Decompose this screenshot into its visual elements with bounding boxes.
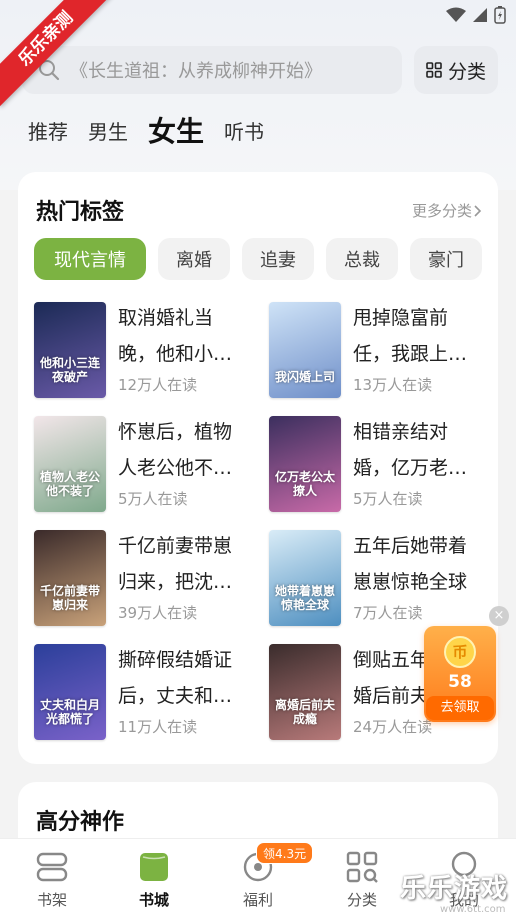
book-info: 千亿前妻带崽归来，把沈… 39万人在读 <box>118 530 250 630</box>
book-title: 相错亲结对婚，亿万老… <box>353 421 468 479</box>
category-icon <box>346 851 378 883</box>
more-categories-link[interactable]: 更多分类 <box>412 200 484 221</box>
book-title: 甩掉隐富前任，我跟上… <box>353 307 468 365</box>
book-readers: 7万人在读 <box>353 604 423 622</box>
book-readers: 13万人在读 <box>353 376 433 394</box>
nav-label: 分类 <box>346 891 377 909</box>
book-info: 相错亲结对婚，亿万老… 5万人在读 <box>353 416 485 516</box>
hot-tags-title: 热门标签 <box>36 200 125 225</box>
cover-title: 他和小三连夜破产 <box>39 356 100 384</box>
nav-bookstore[interactable]: 书城 <box>114 849 194 910</box>
book-cover: 千亿前妻带崽归来 <box>34 530 106 626</box>
nav-bookshelf[interactable]: 书架 <box>12 849 92 910</box>
bookshelf-icon <box>36 852 68 882</box>
book-info: 取消婚礼当晚，他和小… 12万人在读 <box>118 302 250 402</box>
reward-amount: 58 <box>448 672 472 692</box>
wifi-icon <box>446 7 466 22</box>
more-categories-label: 更多分类 <box>411 202 472 220</box>
book-cover: 亿万老公太撩人 <box>269 416 341 512</box>
book-readers: 39万人在读 <box>118 604 198 622</box>
book-item[interactable]: 她带着崽崽惊艳全球 五年后她带着崽崽惊艳全球 7万人在读 <box>269 530 499 630</box>
book-title: 撕碎假结婚证后，丈夫和… <box>118 649 233 707</box>
cover-title: 离婚后前夫成瘾 <box>274 698 335 726</box>
book-item[interactable]: 我闪婚上司 甩掉隐富前任，我跟上… 13万人在读 <box>269 302 499 402</box>
book-title: 千亿前妻带崽归来，把沈… <box>118 535 233 593</box>
book-title: 怀崽后，植物人老公他不… <box>118 421 233 479</box>
book-readers: 5万人在读 <box>118 490 188 508</box>
cover-title: 植物人老公他不装了 <box>39 470 100 498</box>
nav-label: 书城 <box>138 891 169 909</box>
signal-icon <box>473 8 487 22</box>
tab-audiobook[interactable]: 听书 <box>224 112 264 152</box>
book-item[interactable]: 丈夫和白月光都慌了 撕碎假结婚证后，丈夫和… 11万人在读 <box>34 644 264 744</box>
book-info: 甩掉隐富前任，我跟上… 13万人在读 <box>353 302 485 402</box>
book-info: 撕碎假结婚证后，丈夫和… 11万人在读 <box>118 644 250 744</box>
book-cover: 丈夫和白月光都慌了 <box>34 644 106 740</box>
reward-close-button[interactable]: × <box>489 606 509 626</box>
tab-recommend[interactable]: 推荐 <box>28 112 68 152</box>
book-title: 五年后她带着崽崽惊艳全球 <box>353 535 468 593</box>
nav-label: 书架 <box>36 891 67 909</box>
book-readers: 5万人在读 <box>353 490 423 508</box>
watermark: 乐乐游戏 <box>400 874 509 904</box>
search-placeholder: 《长生道祖：从养成柳神开始》 <box>70 61 322 82</box>
cover-title: 亿万老公太撩人 <box>274 470 335 498</box>
search-bar[interactable]: 《长生道祖：从养成柳神开始》 <box>22 46 402 94</box>
book-title: 取消婚礼当晚，他和小… <box>118 307 233 365</box>
cover-title: 丈夫和白月光都慌了 <box>39 698 100 726</box>
tab-male[interactable]: 男生 <box>88 112 128 152</box>
book-cover: 离婚后前夫成瘾 <box>269 644 341 740</box>
category-button[interactable]: 分类 <box>414 46 498 94</box>
bookstore-icon <box>140 853 168 881</box>
book-info: 五年后她带着崽崽惊艳全球 7万人在读 <box>353 530 485 630</box>
cover-title: 我闪婚上司 <box>274 370 335 384</box>
book-info: 怀崽后，植物人老公他不… 5万人在读 <box>118 416 250 516</box>
nav-category[interactable]: 分类 <box>322 849 402 910</box>
book-item[interactable]: 他和小三连夜破产 取消婚礼当晚，他和小… 12万人在读 <box>34 302 264 402</box>
channel-tabs: 推荐 男生 女生 听书 <box>28 112 284 152</box>
watermark-url: www.6tt.com <box>440 904 506 915</box>
welfare-badge: 领4.3元 <box>256 842 314 864</box>
book-readers: 11万人在读 <box>118 718 198 736</box>
tab-female[interactable]: 女生 <box>148 112 204 152</box>
cover-title: 她带着崽崽惊艳全球 <box>274 584 335 612</box>
tag-chip[interactable]: 总裁 <box>326 238 398 280</box>
book-item[interactable]: 植物人老公他不装了 怀崽后，植物人老公他不… 5万人在读 <box>34 416 264 516</box>
tag-chip[interactable]: 追妻 <box>242 238 314 280</box>
book-readers: 12万人在读 <box>118 376 198 394</box>
book-item[interactable]: 千亿前妻带崽归来 千亿前妻带崽归来，把沈… 39万人在读 <box>34 530 264 630</box>
reward-widget[interactable]: 币 58 去领取 <box>424 626 496 722</box>
book-cover: 她带着崽崽惊艳全球 <box>269 530 341 626</box>
tag-chip[interactable]: 豪门 <box>410 238 482 280</box>
tag-row: 现代言情 离婚 追妻 总裁 豪门 <box>34 238 498 282</box>
coin-icon: 币 <box>444 636 476 668</box>
claim-button[interactable]: 去领取 <box>426 696 494 720</box>
book-cover: 植物人老公他不装了 <box>34 416 106 512</box>
book-item[interactable]: 亿万老公太撩人 相错亲结对婚，亿万老… 5万人在读 <box>269 416 499 516</box>
book-cover: 他和小三连夜破产 <box>34 302 106 398</box>
chevron-right-icon <box>474 204 482 217</box>
category-button-label: 分类 <box>447 60 486 83</box>
nav-label: 福利 <box>242 891 273 909</box>
cover-title: 千亿前妻带崽归来 <box>39 584 100 612</box>
tag-chip[interactable]: 离婚 <box>158 238 230 280</box>
top-rated-title: 高分神作 <box>36 810 125 835</box>
tag-chip[interactable]: 现代言情 <box>34 238 146 280</box>
grid-icon <box>426 62 442 78</box>
book-cover: 我闪婚上司 <box>269 302 341 398</box>
battery-icon <box>494 6 506 24</box>
